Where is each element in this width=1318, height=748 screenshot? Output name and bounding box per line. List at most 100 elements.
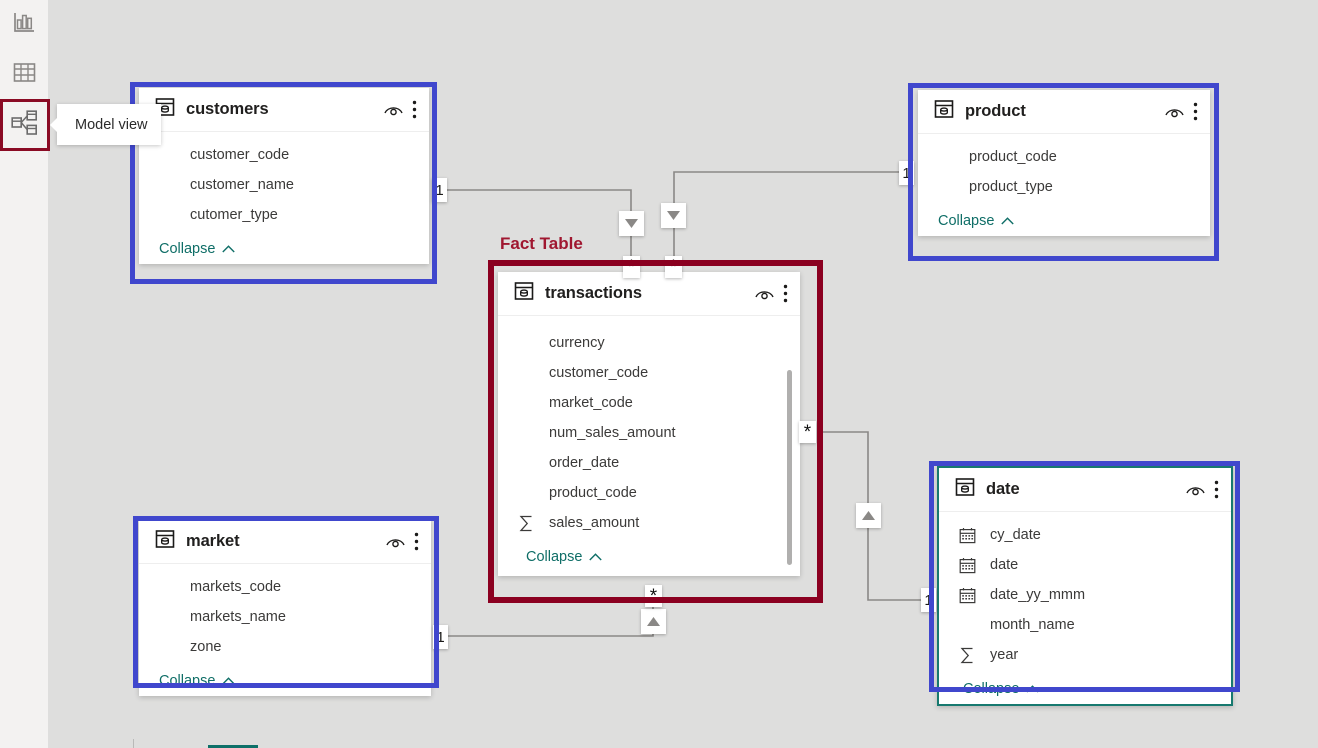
- filter-direction-arrow-date[interactable]: [856, 503, 881, 528]
- cardinality-one-customers[interactable]: 1: [432, 178, 447, 202]
- field-row[interactable]: zone: [139, 632, 431, 662]
- measure-sigma-icon: [959, 647, 981, 664]
- cardinality-one-market[interactable]: 1: [433, 625, 448, 649]
- field-row[interactable]: sales_amount: [498, 508, 800, 538]
- cardinality-many-transactions-date[interactable]: *: [799, 421, 816, 443]
- field-row[interactable]: product_type: [918, 172, 1210, 202]
- more-options-icon[interactable]: [1214, 480, 1219, 499]
- page-tab-strip[interactable]: [48, 738, 1318, 748]
- table-name-date: date: [986, 480, 1020, 498]
- filter-direction-arrow-market[interactable]: [641, 609, 666, 634]
- table-card-icon: [955, 477, 975, 502]
- field-row[interactable]: month_name: [939, 610, 1231, 640]
- table-card-date[interactable]: date cy_date date date_yy_mmm month_name…: [937, 466, 1233, 706]
- field-label: currency: [549, 335, 605, 351]
- field-row[interactable]: markets_code: [139, 572, 431, 602]
- table-card-icon: [934, 99, 954, 124]
- cardinality-many-transactions-customers[interactable]: *: [623, 256, 640, 278]
- field-row[interactable]: product_code: [918, 142, 1210, 172]
- tooltip-model-view: Model view: [57, 104, 161, 145]
- more-options-icon[interactable]: [1193, 102, 1198, 121]
- collapse-button-customers[interactable]: Collapse: [139, 234, 429, 264]
- hide-show-eye-icon[interactable]: [385, 534, 406, 549]
- field-row[interactable]: customer_code: [498, 358, 800, 388]
- field-row[interactable]: customer_name: [139, 170, 429, 200]
- table-name-product: product: [965, 102, 1026, 120]
- date-field-icon: [959, 557, 981, 574]
- field-label: customer_code: [549, 365, 649, 381]
- table-card-icon: [514, 281, 534, 306]
- collapse-label: Collapse: [938, 213, 995, 229]
- power-bi-model-view: 1 * 1 * * 1 1 * customers customer_code …: [0, 0, 1318, 748]
- table-card-header-customers[interactable]: customers: [139, 88, 429, 132]
- table-card-customers[interactable]: customers customer_code customer_name cu…: [139, 88, 429, 264]
- filter-direction-arrow-product[interactable]: [661, 203, 686, 228]
- field-label: month_name: [990, 617, 1075, 633]
- table-name-customers: customers: [186, 100, 269, 118]
- fields-scrollbar-transactions[interactable]: [787, 370, 792, 565]
- field-row[interactable]: markets_name: [139, 602, 431, 632]
- collapse-button-date[interactable]: Collapse: [939, 674, 1231, 704]
- chevron-down-icon: [625, 219, 638, 228]
- chevron-down-icon: [667, 211, 680, 220]
- hide-show-eye-icon[interactable]: [754, 286, 775, 301]
- sidebar-item-model-view[interactable]: [0, 99, 50, 151]
- cardinality-one-product[interactable]: 1: [899, 161, 914, 185]
- collapse-button-transactions[interactable]: Collapse: [498, 542, 800, 572]
- table-card-product[interactable]: product product_code product_type Collap…: [918, 90, 1210, 236]
- field-row[interactable]: product_code: [498, 478, 800, 508]
- field-label: product_code: [969, 149, 1057, 165]
- table-card-header-transactions[interactable]: transactions: [498, 272, 800, 316]
- more-options-icon[interactable]: [783, 284, 788, 303]
- field-label: cy_date: [990, 527, 1041, 543]
- table-fields-customers: customer_code customer_name cutomer_type…: [139, 132, 429, 264]
- field-row[interactable]: order_date: [498, 448, 800, 478]
- table-card-header-date[interactable]: date: [939, 468, 1231, 512]
- chevron-up-icon: [222, 677, 236, 685]
- field-row[interactable]: market_code: [498, 388, 800, 418]
- hide-show-eye-icon[interactable]: [383, 102, 404, 117]
- field-row[interactable]: date_yy_mmm: [939, 580, 1231, 610]
- field-row[interactable]: cy_date: [939, 520, 1231, 550]
- field-label: customer_code: [190, 147, 290, 163]
- table-card-header-market[interactable]: market: [139, 520, 431, 564]
- field-row[interactable]: year: [939, 640, 1231, 670]
- date-field-icon: [959, 527, 981, 544]
- field-row[interactable]: date: [939, 550, 1231, 580]
- hide-show-eye-icon[interactable]: [1185, 482, 1206, 497]
- field-label: product_type: [969, 179, 1053, 195]
- cardinality-one-date[interactable]: 1: [921, 588, 936, 612]
- field-label: markets_code: [190, 579, 282, 595]
- collapse-label: Collapse: [159, 673, 216, 689]
- field-label: zone: [190, 639, 222, 655]
- field-label: date_yy_mmm: [990, 587, 1086, 603]
- sidebar-item-table-view[interactable]: [2, 50, 46, 100]
- sidebar-item-report-view[interactable]: [2, 0, 46, 50]
- table-card-market[interactable]: market markets_code markets_name zone Co…: [139, 520, 431, 696]
- collapse-button-product[interactable]: Collapse: [918, 206, 1210, 236]
- field-row[interactable]: cutomer_type: [139, 200, 429, 230]
- more-options-icon[interactable]: [412, 100, 417, 119]
- table-card-transactions[interactable]: transactions currency customer_code mark…: [498, 272, 800, 576]
- collapse-label: Collapse: [526, 549, 583, 565]
- chevron-up-icon: [589, 553, 603, 561]
- more-options-icon[interactable]: [414, 532, 419, 551]
- cardinality-many-transactions-product[interactable]: *: [665, 256, 682, 278]
- chevron-up-icon: [1026, 685, 1040, 693]
- view-switcher-rail: [0, 0, 50, 748]
- field-row[interactable]: currency: [498, 328, 800, 358]
- cardinality-many-transactions-market[interactable]: *: [645, 585, 662, 607]
- field-label: cutomer_type: [190, 207, 278, 223]
- field-label: date: [990, 557, 1019, 573]
- field-label: sales_amount: [549, 515, 640, 531]
- measure-sigma-icon: [518, 515, 540, 532]
- tooltip-text: Model view: [75, 116, 148, 133]
- field-row[interactable]: num_sales_amount: [498, 418, 800, 448]
- collapse-button-market[interactable]: Collapse: [139, 666, 431, 696]
- chevron-up-icon: [647, 617, 660, 626]
- field-row[interactable]: customer_code: [139, 140, 429, 170]
- hide-show-eye-icon[interactable]: [1164, 104, 1185, 119]
- table-card-header-product[interactable]: product: [918, 90, 1210, 134]
- filter-direction-arrow-customers[interactable]: [619, 211, 644, 236]
- table-name-market: market: [186, 532, 240, 550]
